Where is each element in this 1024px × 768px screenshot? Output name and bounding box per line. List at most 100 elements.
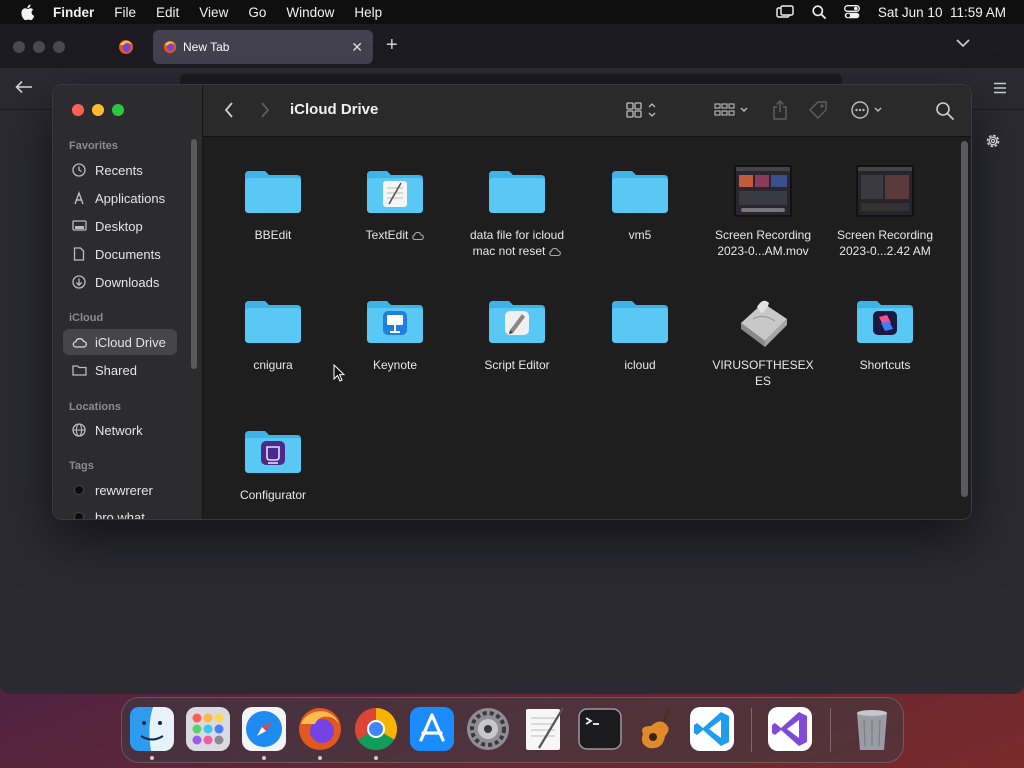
firefox-pinned-tab-icon[interactable]	[118, 39, 134, 55]
sidebar-item-shared[interactable]: Shared	[63, 357, 177, 383]
dock-visual-studio-icon[interactable]	[767, 706, 813, 752]
sidebar-item-label: bro what	[95, 509, 145, 520]
file-item-vm5[interactable]: vm5	[579, 159, 701, 243]
menu-edit[interactable]: Edit	[156, 5, 179, 20]
hamburger-menu-icon[interactable]	[993, 82, 1007, 94]
minimize-button[interactable]	[92, 104, 104, 116]
browser-back-arrow-icon[interactable]	[15, 80, 33, 94]
sidebar-item-documents[interactable]: Documents	[63, 241, 177, 267]
sidebar-scrollbar[interactable]	[191, 139, 197, 369]
sidebar-item-tag[interactable]: rewwrerer	[63, 477, 177, 503]
apple-icon[interactable]	[20, 4, 34, 20]
menu-app-name[interactable]: Finder	[53, 5, 94, 20]
dock-system-settings-icon[interactable]	[465, 706, 511, 752]
finder-sidebar: Favorites Recents Applications Desktop D…	[53, 85, 203, 519]
close-button[interactable]	[72, 104, 84, 116]
file-name: Keynote	[372, 358, 418, 372]
chevron-down-icon[interactable]	[956, 38, 970, 48]
dock-terminal-icon[interactable]	[577, 706, 623, 752]
sidebar-item-label: rewwrerer	[95, 482, 153, 498]
finder-window: Favorites Recents Applications Desktop D…	[52, 84, 972, 520]
back-chevron-icon[interactable]	[223, 101, 235, 119]
dock-garageband-icon[interactable]	[633, 706, 679, 752]
menu-view[interactable]: View	[199, 5, 228, 20]
zoom-button[interactable]	[112, 104, 124, 116]
dock-vscode-icon[interactable]	[689, 706, 735, 752]
more-actions-icon[interactable]	[849, 99, 887, 121]
cloud-download-icon[interactable]	[548, 247, 562, 257]
dock-chrome-icon[interactable]	[353, 706, 399, 752]
file-item-virusofthesexes[interactable]: VIRUSOFTHESEXES	[702, 289, 824, 389]
menu-go[interactable]: Go	[248, 5, 266, 20]
tab-close-icon[interactable]: ✕	[351, 39, 363, 56]
sidebar-item-downloads[interactable]: Downloads	[63, 269, 177, 295]
browser-tab-new-tab[interactable]: New Tab ✕	[153, 30, 373, 64]
dock-firefox-icon[interactable]	[297, 706, 343, 752]
group-by-icon[interactable]	[713, 99, 751, 121]
file-item-configurator[interactable]: Configurator	[212, 419, 334, 503]
folder-icon	[489, 171, 545, 213]
file-name: TextEdit	[365, 228, 409, 242]
sidebar-item-network[interactable]: Network	[63, 417, 177, 443]
icon-view-grid-icon[interactable]	[625, 99, 659, 121]
tab-title: New Tab	[183, 40, 230, 54]
spotlight-search-icon[interactable]	[812, 5, 826, 19]
browser-window-controls	[13, 41, 65, 53]
share-icon[interactable]	[771, 99, 789, 121]
file-item-icloud[interactable]: icloud	[579, 289, 701, 373]
dock-separator	[830, 708, 831, 752]
menu-help[interactable]: Help	[354, 5, 382, 20]
menu-clock[interactable]: Sat Jun 10 11:59 AM	[878, 5, 1006, 20]
shortcuts-folder-icon	[857, 301, 913, 343]
file-name: icloud	[624, 358, 656, 372]
dock-trash-icon[interactable]	[849, 706, 895, 752]
cloud-icon	[72, 337, 87, 348]
dock-app-store-icon[interactable]	[409, 706, 455, 752]
sidebar-item-recents[interactable]: Recents	[63, 157, 177, 183]
search-icon[interactable]	[935, 99, 955, 121]
file-item-cnigura[interactable]: cnigura	[212, 289, 334, 373]
sidebar-item-label: iCloud Drive	[95, 334, 166, 350]
configurator-folder-icon	[245, 431, 301, 473]
file-item-screen-recording-1[interactable]: Screen Recording 2023-0...AM.mov	[702, 159, 824, 259]
cloud-download-icon[interactable]	[411, 231, 425, 241]
file-item-keynote[interactable]: Keynote	[334, 289, 456, 373]
file-name: cnigura	[253, 358, 293, 372]
sidebar-item-applications[interactable]: Applications	[63, 185, 177, 211]
browser-zoom-dot[interactable]	[53, 41, 65, 53]
browser-tab-strip: New Tab ✕ +	[0, 24, 1024, 68]
file-item-screen-recording-2[interactable]: Screen Recording 2023-0...2.42 AM	[824, 159, 946, 259]
dock-running-indicator	[150, 756, 154, 760]
dock-finder-icon[interactable]	[129, 706, 175, 752]
file-item-shortcuts[interactable]: Shortcuts	[824, 289, 946, 373]
control-center-icon[interactable]	[843, 5, 860, 19]
file-item-textedit[interactable]: TextEdit	[334, 159, 456, 243]
browser-close-dot[interactable]	[13, 41, 25, 53]
shared-folder-icon	[71, 365, 87, 376]
gear-icon[interactable]	[984, 132, 1002, 150]
dock-textedit-icon[interactable]	[521, 706, 567, 752]
file-name: VIRUSOFTHESEXES	[712, 358, 814, 388]
file-item-bbedit[interactable]: BBEdit	[212, 159, 334, 243]
screen-mirroring-icon[interactable]	[776, 5, 794, 19]
clock-icon	[72, 163, 86, 177]
menu-window[interactable]: Window	[286, 5, 334, 20]
sidebar-item-tag[interactable]: bro what	[63, 504, 177, 520]
file-item-data-file[interactable]: data file for icloud mac not reset	[456, 159, 578, 259]
tag-icon[interactable]	[807, 99, 829, 121]
sidebar-item-icloud-drive[interactable]: iCloud Drive	[63, 329, 177, 355]
forward-chevron-icon[interactable]	[259, 101, 271, 119]
folder-icon	[612, 301, 668, 343]
dock-running-indicator	[318, 756, 322, 760]
browser-minimize-dot[interactable]	[33, 41, 45, 53]
dock-launchpad-icon[interactable]	[185, 706, 231, 752]
sidebar-item-label: Recents	[95, 162, 143, 178]
content-scrollbar[interactable]	[961, 141, 968, 497]
menu-file[interactable]: File	[114, 5, 136, 20]
dock-safari-icon[interactable]	[241, 706, 287, 752]
finder-content-area: BBEdit TextEdit data file for icloud mac…	[203, 137, 971, 519]
sidebar-item-desktop[interactable]: Desktop	[63, 213, 177, 239]
file-item-script-editor[interactable]: Script Editor	[456, 289, 578, 373]
new-tab-plus-icon[interactable]: +	[386, 34, 398, 57]
applications-icon	[74, 191, 84, 205]
